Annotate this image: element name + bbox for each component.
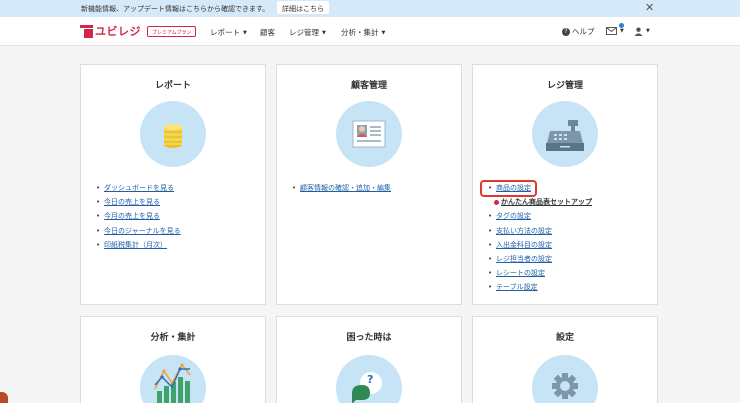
nav-item-label: 顧客 bbox=[260, 28, 275, 37]
list-item: • 今月の売上を見る bbox=[96, 212, 160, 221]
link-today-journal[interactable]: 今日のジャーナルを見る bbox=[104, 227, 181, 235]
link-payment-settings[interactable]: 支払い方法の設定 bbox=[496, 227, 552, 235]
corner-accent bbox=[0, 392, 8, 403]
chevron-down-icon: ▼ bbox=[381, 30, 386, 36]
link-customer-info[interactable]: 顧客情報の確認・追加・編集 bbox=[300, 184, 391, 192]
link-easy-product-setup[interactable]: かんたん商品表セットアップ bbox=[501, 198, 592, 206]
customer-links: • 顧客情報の確認・追加・編集 bbox=[292, 183, 391, 197]
chevron-down-icon: ▼ bbox=[620, 28, 624, 34]
link-tag-settings[interactable]: タグの設定 bbox=[496, 212, 531, 220]
list-item: • 今日のジャーナルを見る bbox=[96, 226, 181, 235]
top-nav: ユビレジ プレミアムプラン レポート ▼ 顧客 レジ管理 ▼ 分析・集計 ▼ ? ヘルプ… bbox=[0, 17, 740, 46]
list-item: • ダッシュボードを見る bbox=[96, 184, 174, 192]
report-links: • ダッシュボードを見る • 今日の売上を見る • 今月の売上を見る • 今日のジャーナ… bbox=[96, 183, 181, 254]
list-item: • 支払い方法の設定 bbox=[488, 226, 552, 235]
gear-icon bbox=[532, 355, 598, 403]
list-item: かんたん商品表セットアップ bbox=[488, 197, 592, 211]
list-item: • 顧客情報の確認・追加・編集 bbox=[292, 184, 391, 192]
link-cashier-settings[interactable]: レジ担当者の設定 bbox=[496, 255, 552, 263]
list-item: • 今日の売上を見る bbox=[96, 198, 160, 207]
user-menu[interactable]: ▼ bbox=[634, 26, 650, 36]
notice-banner: 新機能情報、アップデート情報はこちらから確認できます。 詳細はこちら ✕ bbox=[0, 0, 740, 17]
help-label: ヘルプ bbox=[572, 27, 595, 36]
nav-item-customer[interactable]: 顧客 bbox=[260, 27, 275, 38]
analysis-card: 分析・集計 bbox=[80, 316, 266, 403]
list-item: • レシートの設定 bbox=[488, 269, 545, 278]
card-title: 分析・集計 bbox=[150, 333, 196, 343]
cash-register-icon bbox=[532, 101, 598, 167]
list-item: • 入出金科目の設定 bbox=[488, 240, 552, 249]
notification-dot bbox=[619, 23, 624, 28]
help-menu[interactable]: ? ヘルプ bbox=[562, 26, 595, 37]
link-month-sales[interactable]: 今月の売上を見る bbox=[104, 212, 160, 220]
chevron-down-icon: ▼ bbox=[646, 28, 650, 34]
nav-item-label: レジ管理 bbox=[289, 28, 319, 37]
logo-text: ユビレジ bbox=[95, 25, 141, 38]
trouble-card: 困った時は ? bbox=[276, 316, 462, 403]
bar-chart-icon bbox=[140, 355, 206, 403]
link-cashflow-settings[interactable]: 入出金科目の設定 bbox=[496, 241, 552, 249]
chevron-down-icon: ▼ bbox=[243, 30, 247, 36]
close-icon[interactable]: ✕ bbox=[645, 2, 654, 13]
nav-item-label: 分析・集計 bbox=[341, 28, 379, 37]
link-today-sales[interactable]: 今日の売上を見る bbox=[104, 198, 160, 206]
coins-icon bbox=[140, 101, 206, 167]
link-dashboard[interactable]: ダッシュボードを見る bbox=[104, 184, 174, 192]
plus-circle-icon bbox=[494, 199, 499, 205]
highlight-box bbox=[480, 180, 537, 197]
logo-mark-icon bbox=[80, 25, 93, 38]
card-title: 困った時は bbox=[346, 333, 392, 343]
link-table-settings[interactable]: テーブル設定 bbox=[496, 283, 538, 291]
list-item: • テーブル設定 bbox=[488, 283, 538, 292]
nav-item-label: レポート bbox=[210, 28, 240, 37]
customer-card: 顧客管理 • 顧客情報の確認・追加・編集 bbox=[276, 64, 462, 305]
nav-item-analysis[interactable]: 分析・集計 ▼ bbox=[341, 27, 385, 38]
card-title: 顧客管理 bbox=[350, 81, 387, 91]
settings-card: 設定 bbox=[472, 316, 658, 403]
mail-icon bbox=[606, 27, 617, 35]
nav-item-report[interactable]: レポート ▼ bbox=[210, 27, 247, 38]
help-icon: ? bbox=[562, 28, 570, 36]
question-bubble-icon: ? bbox=[336, 355, 402, 403]
card-title: レジ管理 bbox=[546, 81, 583, 91]
register-links: • 商品の設定 かんたん商品表セットアップ • タグの設定 • 支払い方法の設定 • 入… bbox=[488, 183, 592, 297]
notice-text: 新機能情報、アップデート情報はこちらから確認できます。 bbox=[81, 5, 270, 13]
profile-card-icon bbox=[336, 101, 402, 167]
list-item: • タグの設定 bbox=[488, 212, 531, 221]
list-item: • レジ担当者の設定 bbox=[488, 254, 552, 263]
card-title: レポート bbox=[154, 81, 191, 91]
notice-details-link[interactable]: 詳細はこちら bbox=[277, 1, 329, 14]
plan-badge: プレミアムプラン bbox=[147, 26, 197, 37]
nav-item-register[interactable]: レジ管理 ▼ bbox=[289, 27, 326, 38]
user-icon bbox=[634, 27, 643, 36]
link-stamp-tax[interactable]: 印紙税集計（月次） bbox=[104, 241, 167, 249]
report-card: レポート • ダッシュボードを見る • 今日の売上を見る • 今月の売上を見る • 今日… bbox=[80, 64, 266, 305]
link-receipt-settings[interactable]: レシートの設定 bbox=[496, 269, 545, 277]
chevron-down-icon: ▼ bbox=[322, 30, 326, 36]
question-glyph: ? bbox=[367, 373, 374, 386]
card-title: 設定 bbox=[555, 333, 574, 343]
list-item: • 印紙税集計（月次） bbox=[96, 240, 167, 249]
